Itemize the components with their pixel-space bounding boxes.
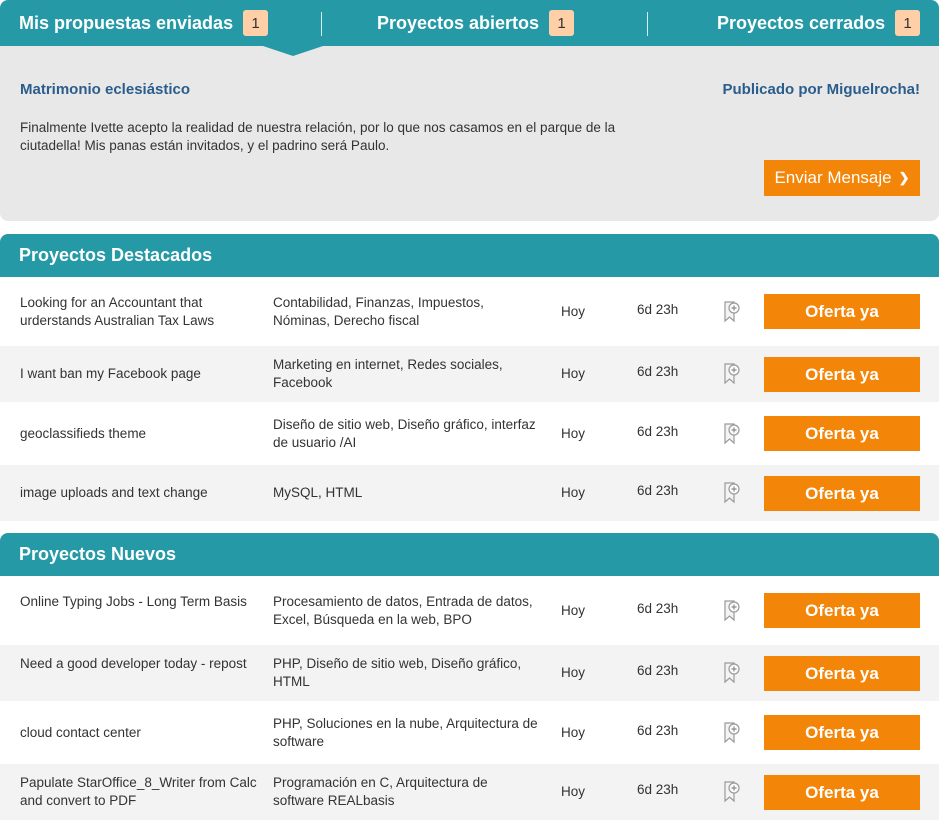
project-posted-date: Hoy	[561, 665, 586, 680]
offer-now-button[interactable]: Oferta ya	[764, 656, 920, 691]
project-row: cloud contact center PHP, Soluciones en …	[0, 701, 939, 764]
project-skills: Programación en C, Arquitectura de softw…	[273, 775, 488, 808]
project-row: geoclassifieds theme Diseño de sitio web…	[0, 402, 939, 465]
tab-divider	[647, 12, 648, 36]
tab-label: Proyectos abiertos	[377, 12, 540, 33]
project-posted-date: Hoy	[561, 426, 586, 441]
tab-label: Mis propuestas enviadas	[19, 12, 234, 33]
chevron-right-icon: ❯	[898, 170, 910, 185]
tab-proyectos-abiertos[interactable]: Proyectos abiertos 1	[377, 0, 575, 46]
project-skills: PHP, Soluciones en la nube, Arquitectura…	[273, 716, 538, 749]
project-row: Need a good developer today - repost PHP…	[0, 645, 939, 701]
project-time-left: 6d 23h	[637, 364, 679, 379]
new-section-header: Proyectos Nuevos	[0, 533, 939, 576]
project-row: I want ban my Facebook page Marketing en…	[0, 346, 939, 402]
project-row: Looking for an Accountant that urderstan…	[0, 277, 939, 346]
project-skills: Diseño de sitio web, Diseño gráfico, int…	[273, 417, 536, 450]
bookmark-add-icon[interactable]	[722, 422, 742, 446]
tab-divider	[321, 12, 322, 36]
project-title[interactable]: Papulate StarOffice_8_Writer from Calc a…	[20, 774, 260, 810]
project-posted-date: Hoy	[561, 485, 586, 500]
project-title[interactable]: image uploads and text change	[20, 484, 260, 502]
project-time-left: 6d 23h	[637, 424, 679, 439]
offer-now-button[interactable]: Oferta ya	[764, 357, 920, 392]
send-message-button[interactable]: Enviar Mensaje ❯	[764, 160, 920, 196]
project-posted-date: Hoy	[561, 366, 586, 381]
bookmark-add-icon[interactable]	[722, 780, 742, 804]
bookmark-add-icon[interactable]	[722, 481, 742, 505]
offer-now-button[interactable]: Oferta ya	[764, 476, 920, 511]
project-time-left: 6d 23h	[637, 723, 679, 738]
offer-now-button[interactable]: Oferta ya	[764, 775, 920, 810]
section-title: Proyectos Destacados	[19, 245, 213, 265]
project-time-left: 6d 23h	[637, 782, 679, 797]
featured-section-header: Proyectos Destacados	[0, 234, 939, 277]
bookmark-add-icon[interactable]	[722, 362, 742, 386]
project-time-left: 6d 23h	[637, 601, 679, 616]
project-skills: Marketing en internet, Redes sociales, F…	[273, 357, 503, 390]
project-skills: Procesamiento de datos, Entrada de datos…	[273, 594, 533, 627]
active-tab-pointer	[263, 46, 323, 56]
project-title[interactable]: I want ban my Facebook page	[20, 365, 260, 383]
project-row: Online Typing Jobs - Long Term Basis Pro…	[0, 576, 939, 645]
bookmark-add-icon[interactable]	[722, 599, 742, 623]
tab-mis-propuestas[interactable]: Mis propuestas enviadas 1	[19, 0, 269, 46]
tab-count-badge: 1	[243, 10, 269, 36]
project-title[interactable]: cloud contact center	[20, 724, 260, 742]
tab-proyectos-cerrados[interactable]: Proyectos cerrados 1	[717, 0, 921, 46]
project-posted-date: Hoy	[561, 725, 586, 740]
project-posted-date: Hoy	[561, 304, 586, 319]
project-posted-date: Hoy	[561, 784, 586, 799]
offer-now-button[interactable]: Oferta ya	[764, 715, 920, 750]
bookmark-add-icon[interactable]	[722, 721, 742, 745]
proposal-panel: Matrimonio eclesiástico Publicado por Mi…	[0, 46, 939, 221]
project-posted-date: Hoy	[561, 603, 586, 618]
project-title[interactable]: geoclassifieds theme	[20, 425, 260, 443]
project-row: image uploads and text change MySQL, HTM…	[0, 465, 939, 521]
project-time-left: 6d 23h	[637, 483, 679, 498]
project-title[interactable]: Online Typing Jobs - Long Term Basis	[20, 593, 260, 611]
project-row: Papulate StarOffice_8_Writer from Calc a…	[0, 764, 939, 820]
tab-count-badge: 1	[895, 10, 921, 36]
project-time-left: 6d 23h	[637, 663, 679, 678]
proposal-title[interactable]: Matrimonio eclesiástico	[20, 81, 190, 98]
offer-now-button[interactable]: Oferta ya	[764, 416, 920, 451]
project-skills: Contabilidad, Finanzas, Impuestos, Nómin…	[273, 295, 484, 328]
project-title[interactable]: Looking for an Accountant that urderstan…	[20, 294, 260, 330]
project-title[interactable]: Need a good developer today - repost	[20, 655, 260, 673]
bookmark-add-icon[interactable]	[722, 661, 742, 685]
tab-label: Proyectos cerrados	[717, 12, 886, 33]
offer-now-button[interactable]: Oferta ya	[764, 294, 920, 329]
proposal-author[interactable]: Publicado por Miguelrocha!	[722, 81, 920, 98]
section-title: Proyectos Nuevos	[19, 544, 177, 564]
tab-count-badge: 1	[549, 10, 575, 36]
offer-now-button[interactable]: Oferta ya	[764, 593, 920, 628]
project-skills: PHP, Diseño de sitio web, Diseño gráfico…	[273, 656, 522, 689]
proposal-description: Finalmente Ivette acepto la realidad de …	[20, 120, 616, 153]
project-time-left: 6d 23h	[637, 302, 679, 317]
tab-bar: Mis propuestas enviadas 1 Proyectos abie…	[0, 0, 939, 46]
send-message-label: Enviar Mensaje	[774, 168, 892, 187]
project-skills: MySQL, HTML	[273, 485, 363, 500]
bookmark-add-icon[interactable]	[722, 300, 742, 324]
